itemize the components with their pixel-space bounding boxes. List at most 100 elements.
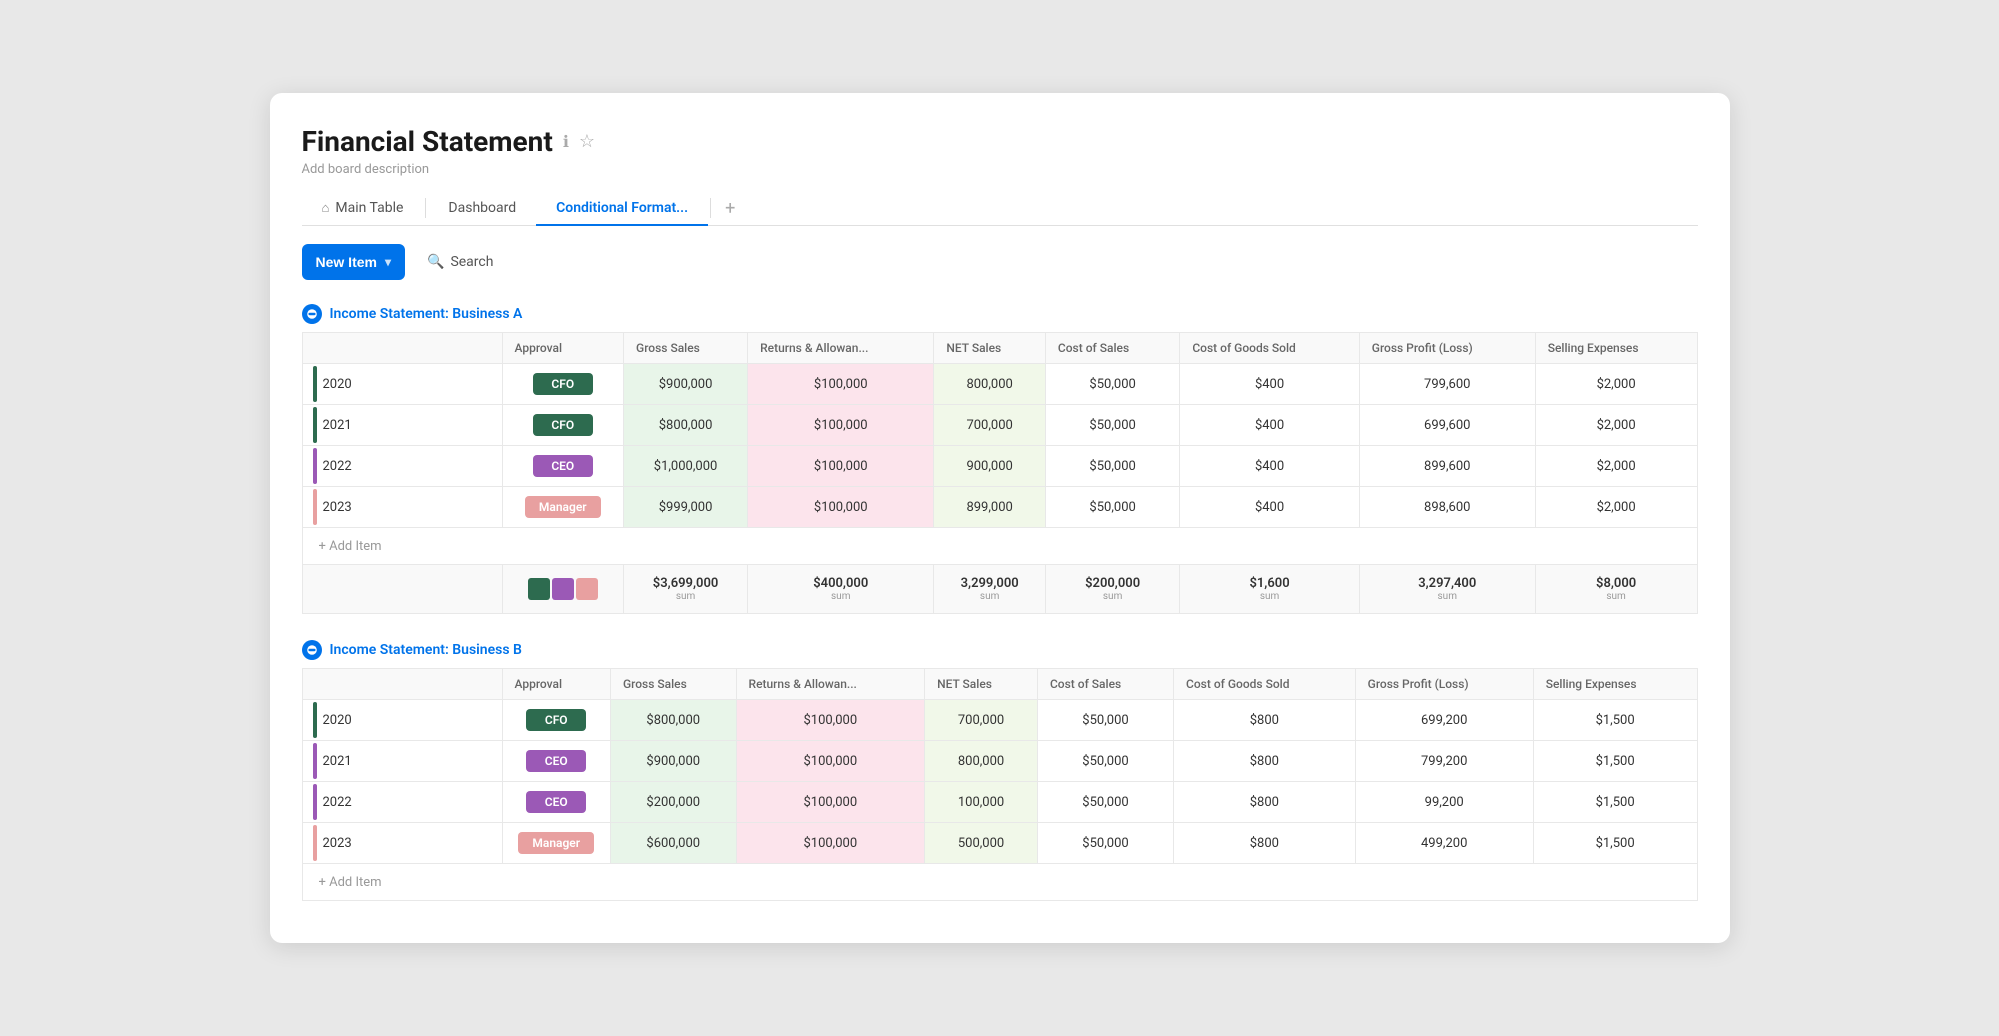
gross-sales-cell[interactable]: $999,000 (624, 487, 748, 528)
cogs-cell[interactable]: $800 (1174, 823, 1356, 864)
cogs-cell[interactable]: $800 (1174, 782, 1356, 823)
cost-sales-cell[interactable]: $50,000 (1037, 823, 1173, 864)
cost-sales-cell[interactable]: $50,000 (1045, 487, 1179, 528)
net-sales-value: 800,000 (934, 364, 1045, 404)
selling-exp-cell[interactable]: $1,500 (1533, 782, 1697, 823)
cogs-cell[interactable]: $800 (1174, 700, 1356, 741)
gross-sales-value: $800,000 (624, 405, 747, 445)
cost-sales-cell[interactable]: $50,000 (1037, 700, 1173, 741)
cogs-cell[interactable]: $400 (1180, 446, 1359, 487)
star-icon[interactable]: ☆ (579, 131, 595, 152)
returns-cell[interactable]: $100,000 (748, 446, 934, 487)
approval-cell[interactable]: CEO (502, 741, 610, 782)
selling-exp-cell[interactable]: $2,000 (1535, 364, 1697, 405)
approval-cell[interactable]: CFO (502, 405, 624, 446)
gross-profit-cell[interactable]: 699,200 (1355, 700, 1533, 741)
gross-profit-cell[interactable]: 99,200 (1355, 782, 1533, 823)
returns-cell[interactable]: $100,000 (736, 823, 925, 864)
summary-returns-label: sum (831, 591, 850, 602)
selling-exp-cell[interactable]: $1,500 (1533, 823, 1697, 864)
add-item-cell[interactable]: + Add Item (303, 528, 1697, 564)
net-sales-cell[interactable]: 800,000 (934, 364, 1046, 405)
section-b-toggle[interactable] (302, 640, 322, 660)
search-button[interactable]: 🔍 Search (417, 248, 503, 276)
gross-profit-value: 499,200 (1356, 823, 1533, 863)
new-item-button[interactable]: New Item ▾ (302, 244, 406, 280)
selling-exp-cell[interactable]: $2,000 (1535, 446, 1697, 487)
cost-sales-cell[interactable]: $50,000 (1045, 364, 1179, 405)
selling-exp-cell[interactable]: $1,500 (1533, 700, 1697, 741)
returns-cell[interactable]: $100,000 (748, 487, 934, 528)
net-sales-cell[interactable]: 800,000 (925, 741, 1038, 782)
col-cost-sales-b: Cost of Sales (1037, 669, 1173, 700)
gross-profit-cell[interactable]: 699,600 (1359, 405, 1535, 446)
gross-profit-cell[interactable]: 899,600 (1359, 446, 1535, 487)
tabs-row: ⌂ Main Table Dashboard Conditional Forma… (302, 191, 1698, 226)
gross-sales-cell[interactable]: $200,000 (610, 782, 736, 823)
add-item-row[interactable]: + Add Item (302, 864, 1697, 901)
approval-cell[interactable]: Manager (502, 823, 610, 864)
returns-value: $100,000 (748, 405, 933, 445)
gross-sales-cell[interactable]: $900,000 (624, 364, 748, 405)
summary-net-sales-cell: 3,299,000 sum (934, 565, 1046, 614)
net-sales-cell[interactable]: 899,000 (934, 487, 1046, 528)
returns-cell[interactable]: $100,000 (736, 782, 925, 823)
gross-sales-cell[interactable]: $800,000 (624, 405, 748, 446)
net-sales-cell[interactable]: 700,000 (934, 405, 1046, 446)
approval-cell[interactable]: Manager (502, 487, 624, 528)
gross-profit-cell[interactable]: 898,600 (1359, 487, 1535, 528)
returns-cell[interactable]: $100,000 (748, 364, 934, 405)
gross-profit-value: 799,200 (1356, 741, 1533, 781)
gross-sales-value: $900,000 (624, 364, 747, 404)
section-b-title: Income Statement: Business B (330, 642, 522, 658)
section-a-table: Approval Gross Sales Returns & Allowan..… (302, 332, 1698, 614)
net-sales-cell[interactable]: 500,000 (925, 823, 1038, 864)
gross-sales-cell[interactable]: $900,000 (610, 741, 736, 782)
tab-conditional-format[interactable]: Conditional Format... (536, 192, 708, 226)
info-icon[interactable]: ℹ (563, 132, 569, 151)
approval-cell[interactable]: CEO (502, 782, 610, 823)
mini-badge-cfo (528, 578, 550, 600)
approval-cell[interactable]: CEO (502, 446, 624, 487)
approval-badge: Manager (518, 832, 594, 854)
section-a-toggle[interactable] (302, 304, 322, 324)
add-item-row[interactable]: + Add Item (302, 528, 1697, 565)
gross-sales-cell[interactable]: $1,000,000 (624, 446, 748, 487)
approval-cell[interactable]: CFO (502, 700, 610, 741)
net-sales-cell[interactable]: 100,000 (925, 782, 1038, 823)
cogs-cell[interactable]: $800 (1174, 741, 1356, 782)
approval-cell[interactable]: CFO (502, 364, 624, 405)
row-border (313, 366, 317, 402)
cogs-cell[interactable]: $400 (1180, 364, 1359, 405)
row-label-cell: 2021 ⊕ (302, 741, 502, 782)
board-description[interactable]: Add board description (302, 162, 1698, 177)
cost-sales-value: $50,000 (1038, 700, 1173, 740)
gross-profit-cell[interactable]: 499,200 (1355, 823, 1533, 864)
selling-exp-cell[interactable]: $2,000 (1535, 487, 1697, 528)
add-item-cell[interactable]: + Add Item (303, 864, 1697, 900)
cost-sales-cell[interactable]: $50,000 (1037, 741, 1173, 782)
cogs-cell[interactable]: $400 (1180, 405, 1359, 446)
search-icon: 🔍 (427, 254, 444, 270)
summary-gross-profit-value: 3,297,400 (1418, 576, 1476, 591)
gross-sales-cell[interactable]: $800,000 (610, 700, 736, 741)
net-sales-cell[interactable]: 700,000 (925, 700, 1038, 741)
cogs-value: $400 (1180, 405, 1358, 445)
cost-sales-cell[interactable]: $50,000 (1045, 446, 1179, 487)
gross-profit-cell[interactable]: 799,600 (1359, 364, 1535, 405)
row-label-cell: 2023 ⊕ (302, 823, 502, 864)
selling-exp-cell[interactable]: $1,500 (1533, 741, 1697, 782)
returns-cell[interactable]: $100,000 (736, 741, 925, 782)
cost-sales-cell[interactable]: $50,000 (1037, 782, 1173, 823)
tab-add-button[interactable]: + (713, 192, 747, 225)
returns-cell[interactable]: $100,000 (748, 405, 934, 446)
tab-main-table[interactable]: ⌂ Main Table (302, 192, 424, 226)
tab-dashboard[interactable]: Dashboard (428, 192, 536, 226)
net-sales-cell[interactable]: 900,000 (934, 446, 1046, 487)
cost-sales-cell[interactable]: $50,000 (1045, 405, 1179, 446)
gross-profit-cell[interactable]: 799,200 (1355, 741, 1533, 782)
returns-cell[interactable]: $100,000 (736, 700, 925, 741)
cogs-cell[interactable]: $400 (1180, 487, 1359, 528)
selling-exp-cell[interactable]: $2,000 (1535, 405, 1697, 446)
gross-sales-cell[interactable]: $600,000 (610, 823, 736, 864)
